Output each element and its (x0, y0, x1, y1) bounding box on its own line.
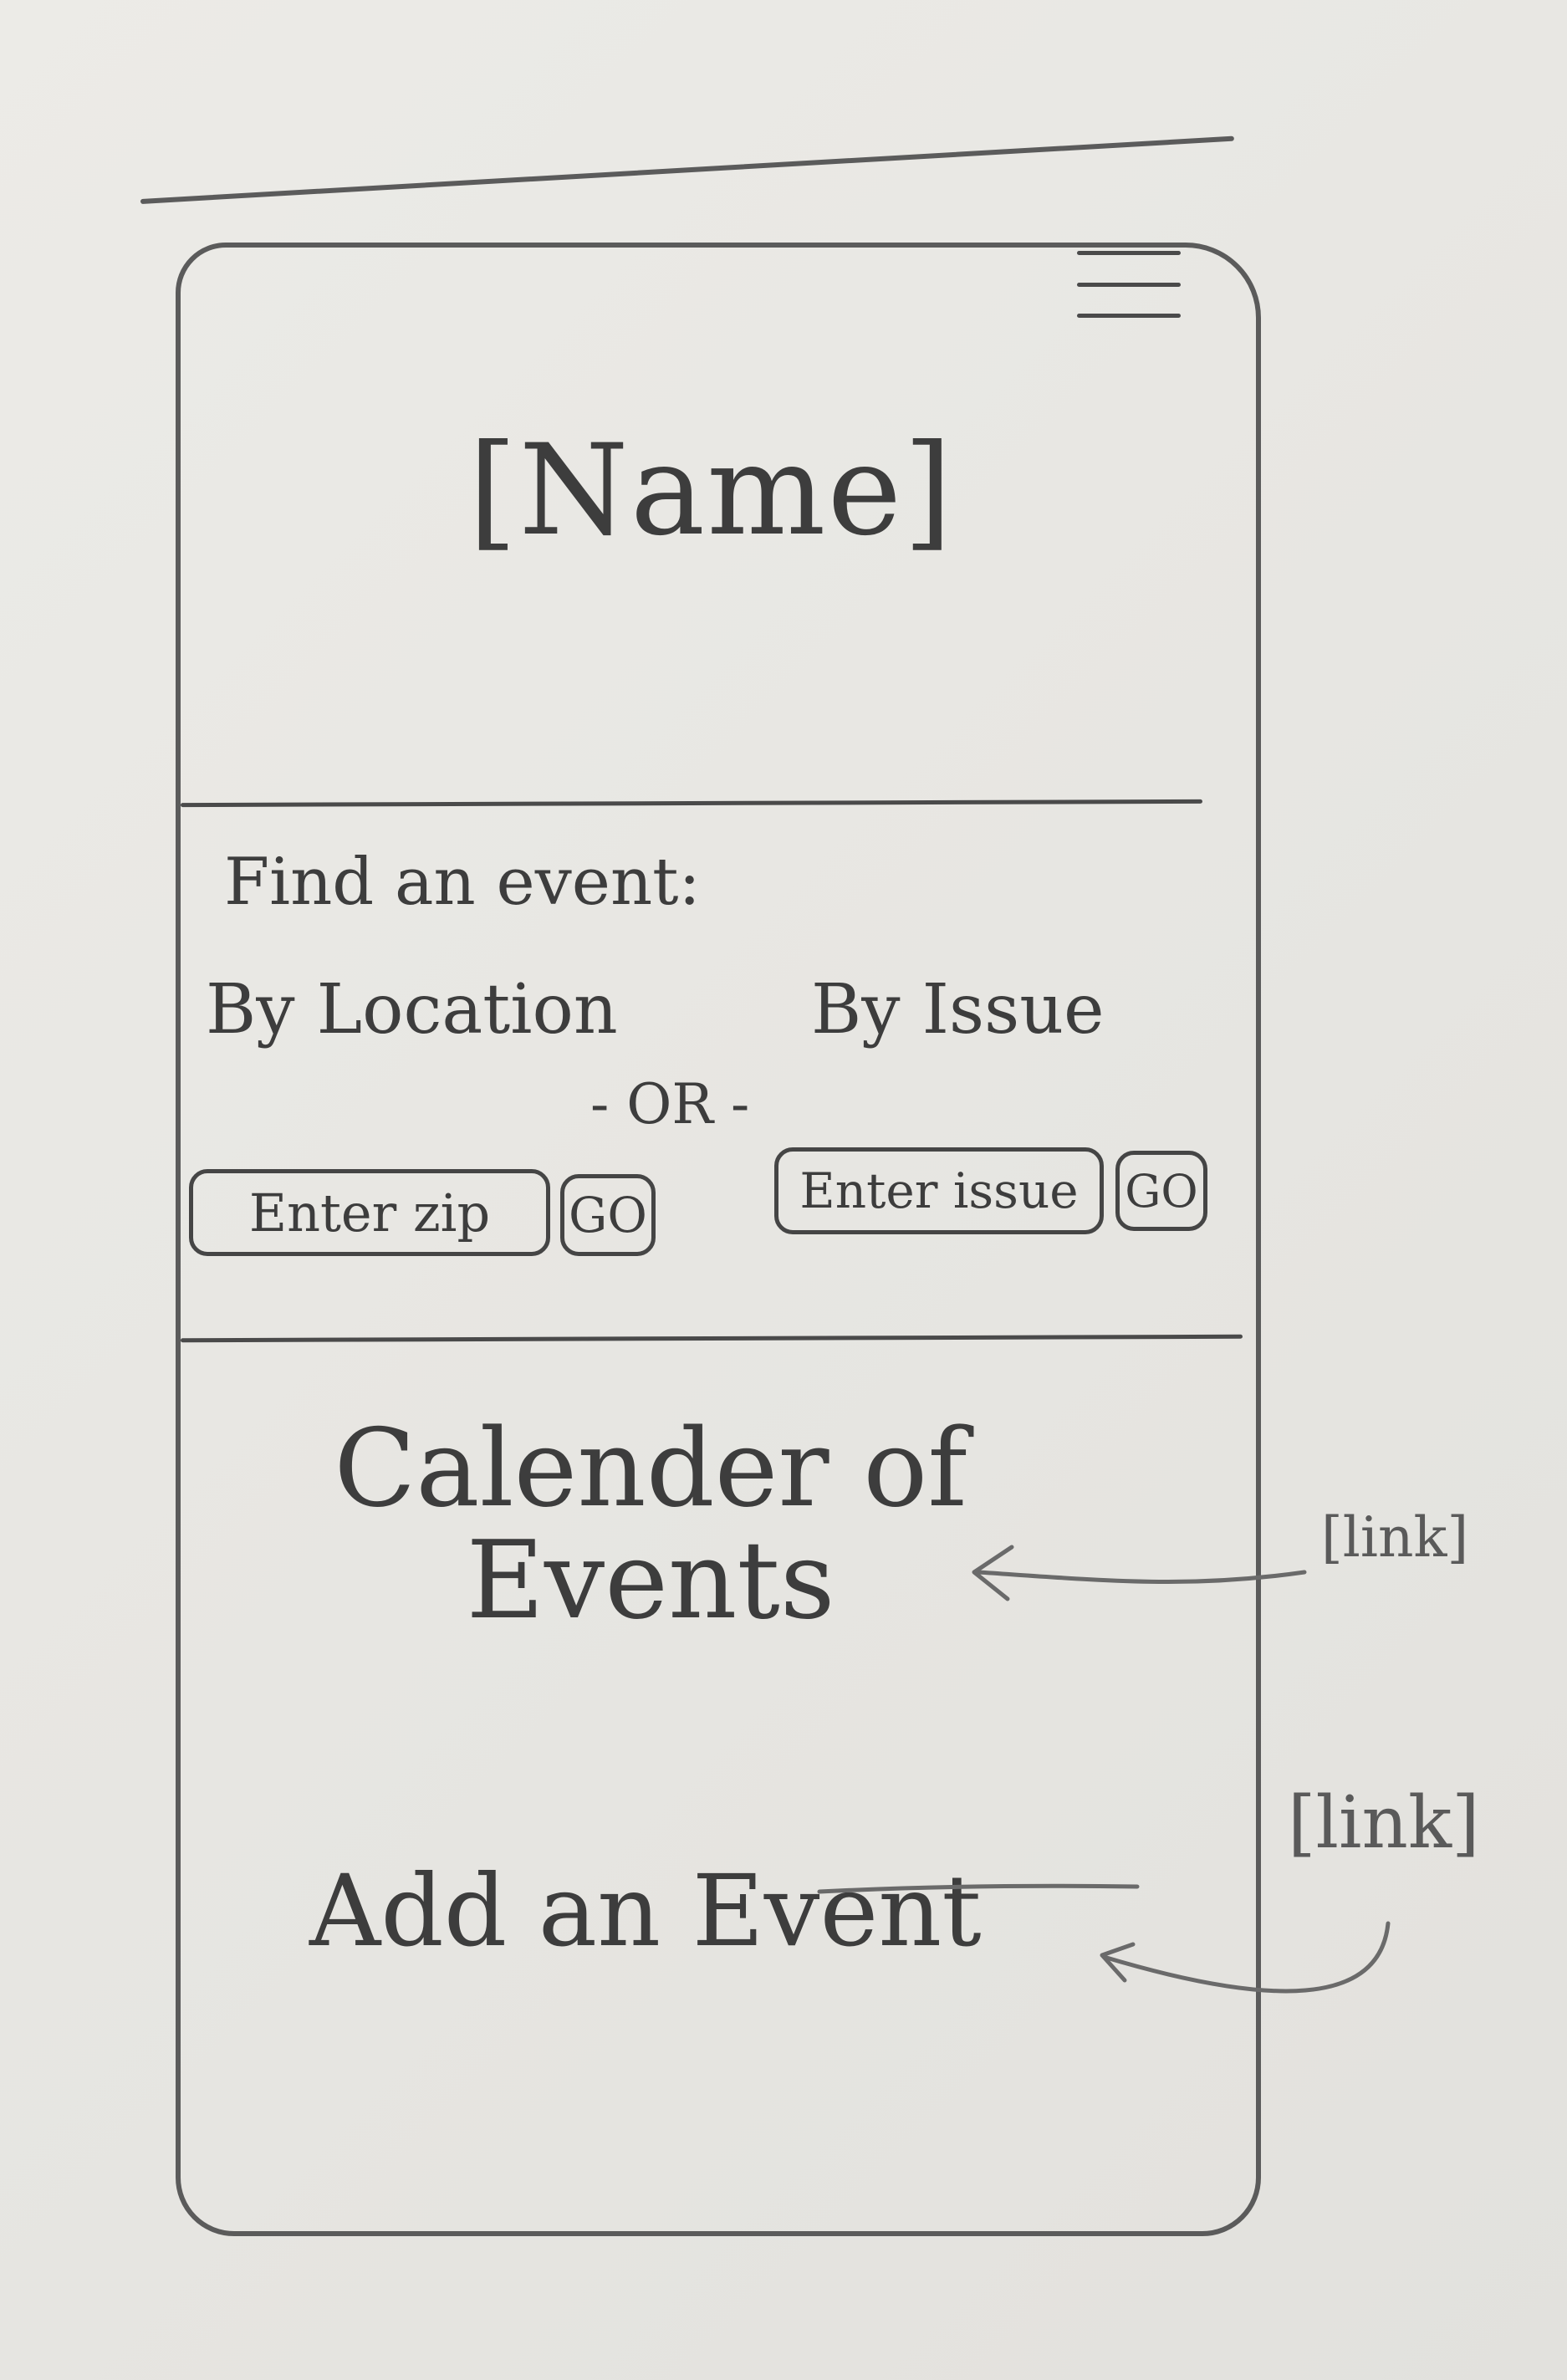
add-event-link-annotation: [link] (1288, 1781, 1480, 1865)
zip-go-button[interactable]: GO (560, 1174, 656, 1256)
site-name-placeholder: [Name] (468, 418, 954, 564)
add-event-link[interactable]: Add an Event (309, 1853, 982, 1969)
calendar-link-annotation: [link] (1321, 1505, 1469, 1570)
find-event-heading: Find an event: (224, 845, 701, 920)
or-separator: - OR - (590, 1072, 750, 1136)
hamburger-menu-icon[interactable] (1077, 251, 1181, 318)
calendar-of-events-link[interactable]: Calender of Events (324, 1412, 977, 1638)
by-issue-label: By Issue (811, 970, 1105, 1050)
zip-input[interactable]: Enter zip (189, 1169, 550, 1256)
issue-input[interactable]: Enter issue (774, 1147, 1104, 1234)
by-location-label: By Location (206, 970, 618, 1050)
issue-go-button[interactable]: GO (1115, 1151, 1207, 1231)
